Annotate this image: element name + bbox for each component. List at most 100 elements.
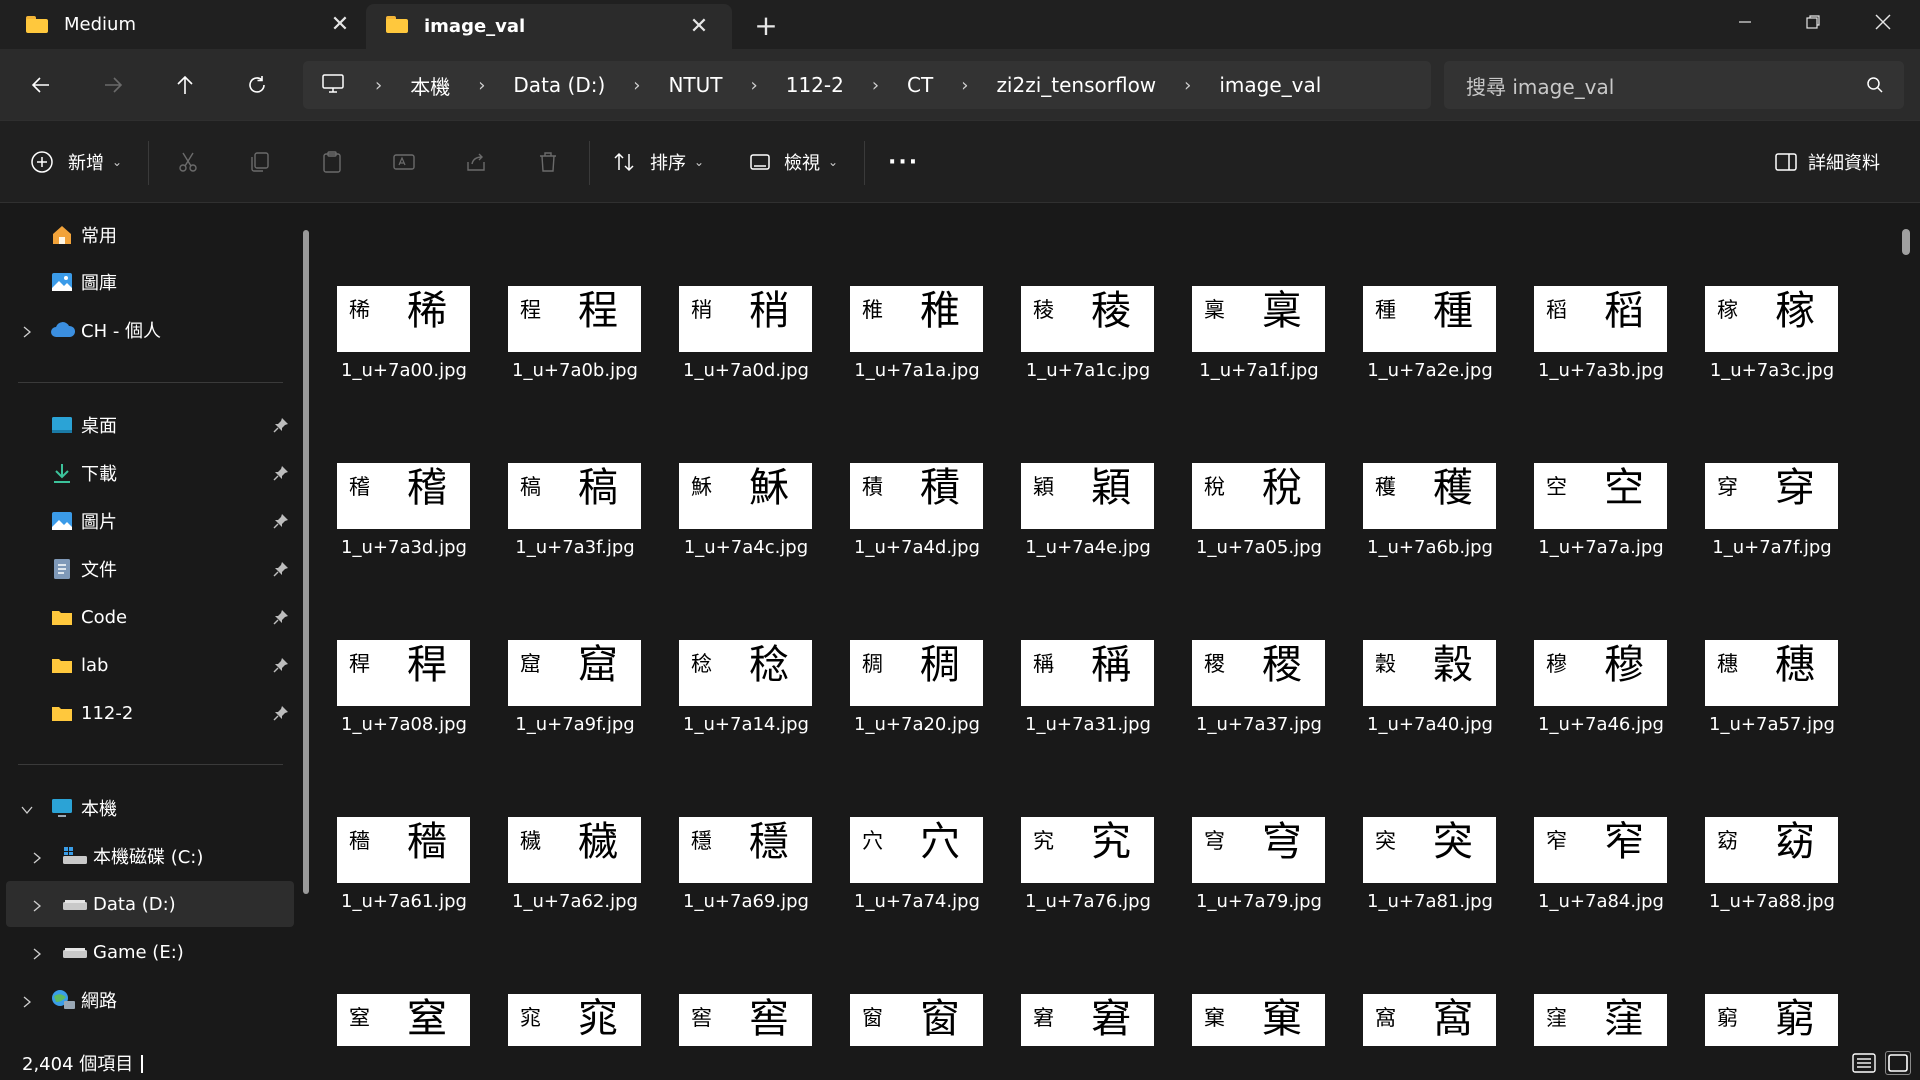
file-item[interactable]: 稈稈 1_u+7a08.jpg — [323, 558, 478, 735]
file-item[interactable]: 窗窗 — [836, 912, 991, 1046]
file-item[interactable]: 穎穎 1_u+7a4e.jpg — [1007, 381, 1162, 558]
file-item[interactable]: 稿稿 1_u+7a3f.jpg — [494, 381, 649, 558]
file-item[interactable]: 穩穩 1_u+7a69.jpg — [665, 735, 820, 912]
file-item[interactable]: 稚稚 1_u+7a1a.jpg — [836, 204, 991, 381]
chevron-right-icon[interactable]: › — [1184, 75, 1191, 96]
file-item[interactable]: 窮窮 — [1691, 912, 1846, 1046]
file-item[interactable]: 穀穀 1_u+7a40.jpg — [1349, 558, 1504, 735]
file-item[interactable]: 空空 1_u+7a7a.jpg — [1520, 381, 1675, 558]
file-item[interactable]: 穴穴 1_u+7a74.jpg — [836, 735, 991, 912]
sidebar-item-code[interactable]: Code — [6, 594, 294, 640]
sidebar-item-drive-e[interactable]: Game (E:) — [6, 929, 294, 975]
new-tab-button[interactable]: + — [748, 6, 784, 44]
file-item[interactable]: 稅稅 1_u+7a05.jpg — [1178, 381, 1333, 558]
copy-button[interactable] — [248, 121, 272, 203]
paste-button[interactable] — [320, 121, 344, 203]
chevron-right-icon[interactable]: › — [961, 75, 968, 96]
minimize-button[interactable] — [1710, 0, 1780, 44]
large-icons-view-button[interactable] — [1885, 1051, 1911, 1075]
file-item[interactable]: 窈窈 1_u+7a88.jpg — [1691, 735, 1846, 912]
sidebar-item-desktop[interactable]: 桌面 — [6, 402, 294, 448]
chevron-right-icon[interactable] — [20, 993, 34, 1008]
file-item[interactable]: 穆穆 1_u+7a46.jpg — [1520, 558, 1675, 735]
back-button[interactable] — [16, 49, 66, 120]
breadcrumb-item[interactable]: image_val — [1219, 73, 1321, 97]
chevron-right-icon[interactable]: › — [478, 75, 485, 96]
chevron-right-icon[interactable] — [30, 849, 44, 864]
chevron-right-icon[interactable]: › — [751, 75, 758, 96]
content-scrollbar-thumb[interactable] — [1902, 229, 1910, 255]
file-item[interactable]: 穡穡 1_u+7a61.jpg — [323, 735, 478, 912]
rename-button[interactable] — [392, 121, 416, 203]
chevron-down-icon[interactable] — [20, 801, 34, 815]
breadcrumb-item[interactable]: CT — [907, 73, 933, 97]
file-item[interactable]: 穫穫 1_u+7a6b.jpg — [1349, 381, 1504, 558]
delete-button[interactable] — [536, 121, 560, 203]
file-item[interactable]: 窟窟 1_u+7a9f.jpg — [494, 558, 649, 735]
pin-icon[interactable] — [272, 416, 290, 434]
address-bar[interactable]: › 本機 › Data (D:) › NTUT › 112-2 › CT › z… — [303, 61, 1431, 109]
file-item[interactable]: 窘窘 — [1007, 912, 1162, 1046]
sidebar-item-onedrive[interactable]: CH - 個人 — [6, 307, 294, 353]
close-tab-icon[interactable]: ✕ — [684, 4, 714, 49]
forward-button[interactable] — [88, 49, 138, 120]
sidebar-item-drive-c[interactable]: 本機磁碟 (C:) — [6, 833, 294, 879]
chevron-right-icon[interactable]: › — [633, 75, 640, 96]
sidebar-item-this-pc[interactable]: 本機 — [6, 785, 294, 831]
file-item[interactable]: 穿穿 1_u+7a7f.jpg — [1691, 381, 1846, 558]
file-item[interactable]: 稼稼 1_u+7a3c.jpg — [1691, 204, 1846, 381]
file-item[interactable]: 稔稔 1_u+7a14.jpg — [665, 558, 820, 735]
file-item[interactable]: 穢穢 1_u+7a62.jpg — [494, 735, 649, 912]
file-item[interactable]: 窩窩 — [1349, 912, 1504, 1046]
file-item[interactable]: 稷稷 1_u+7a37.jpg — [1178, 558, 1333, 735]
pin-icon[interactable] — [272, 608, 290, 626]
file-item[interactable]: 積積 1_u+7a4d.jpg — [836, 381, 991, 558]
file-item[interactable]: 窕窕 — [494, 912, 649, 1046]
sidebar-item-gallery[interactable]: 圖庫 — [6, 259, 294, 305]
chevron-right-icon[interactable] — [30, 897, 44, 912]
sidebar-item-home[interactable]: 常用 — [6, 212, 294, 258]
sidebar-scrollbar[interactable] — [303, 230, 309, 894]
sidebar-item-drive-d[interactable]: Data (D:) — [6, 881, 294, 927]
file-item[interactable]: 突突 1_u+7a81.jpg — [1349, 735, 1504, 912]
file-item[interactable]: 穹穹 1_u+7a79.jpg — [1178, 735, 1333, 912]
file-item[interactable]: 種種 1_u+7a2e.jpg — [1349, 204, 1504, 381]
breadcrumb-item[interactable]: NTUT — [668, 73, 722, 97]
breadcrumb-item[interactable]: zi2zi_tensorflow — [996, 73, 1156, 97]
search-icon[interactable] — [1866, 76, 1884, 98]
file-item[interactable]: 稻稻 1_u+7a3b.jpg — [1520, 204, 1675, 381]
tab-medium[interactable]: Medium ✕ — [0, 0, 366, 49]
sidebar-item-network[interactable]: 網路 — [6, 977, 294, 1023]
sidebar-item-lab[interactable]: lab — [6, 642, 294, 688]
file-item[interactable]: 稽稽 1_u+7a3d.jpg — [323, 381, 478, 558]
sidebar-item-documents[interactable]: 文件 — [6, 546, 294, 592]
file-item[interactable]: 穌穌 1_u+7a4c.jpg — [665, 381, 820, 558]
sidebar-item-112-2[interactable]: 112-2 — [6, 690, 294, 736]
sidebar-item-downloads[interactable]: 下載 — [6, 450, 294, 496]
file-item[interactable]: 窖窖 — [665, 912, 820, 1046]
file-item[interactable]: 窪窪 — [1520, 912, 1675, 1046]
file-item[interactable]: 穗穗 1_u+7a57.jpg — [1691, 558, 1846, 735]
close-window-button[interactable] — [1848, 0, 1918, 44]
more-options-button[interactable]: ··· — [888, 121, 919, 203]
file-item[interactable]: 稠稠 1_u+7a20.jpg — [836, 558, 991, 735]
file-item[interactable]: 稍稍 1_u+7a0d.jpg — [665, 204, 820, 381]
file-item[interactable]: 程程 1_u+7a0b.jpg — [494, 204, 649, 381]
tab-image-val[interactable]: image_val ✕ — [366, 4, 732, 49]
cut-button[interactable] — [176, 121, 200, 203]
share-button[interactable] — [464, 121, 488, 203]
chevron-right-icon[interactable] — [30, 945, 44, 960]
breadcrumb-item[interactable]: Data (D:) — [513, 73, 605, 97]
pin-icon[interactable] — [272, 656, 290, 674]
up-button[interactable] — [160, 49, 210, 120]
file-item[interactable]: 稜稜 1_u+7a1c.jpg — [1007, 204, 1162, 381]
restore-button[interactable] — [1778, 0, 1848, 44]
view-button[interactable]: 檢視 ⌄ — [748, 121, 838, 203]
file-item[interactable]: 窄窄 1_u+7a84.jpg — [1520, 735, 1675, 912]
breadcrumb-item[interactable]: 112-2 — [786, 73, 844, 97]
file-item[interactable]: 窠窠 — [1178, 912, 1333, 1046]
chevron-right-icon[interactable] — [20, 323, 34, 338]
breadcrumb-item[interactable]: 本機 — [410, 71, 450, 100]
details-pane-button[interactable]: 詳細資料 — [1774, 121, 1880, 203]
pin-icon[interactable] — [272, 464, 290, 482]
